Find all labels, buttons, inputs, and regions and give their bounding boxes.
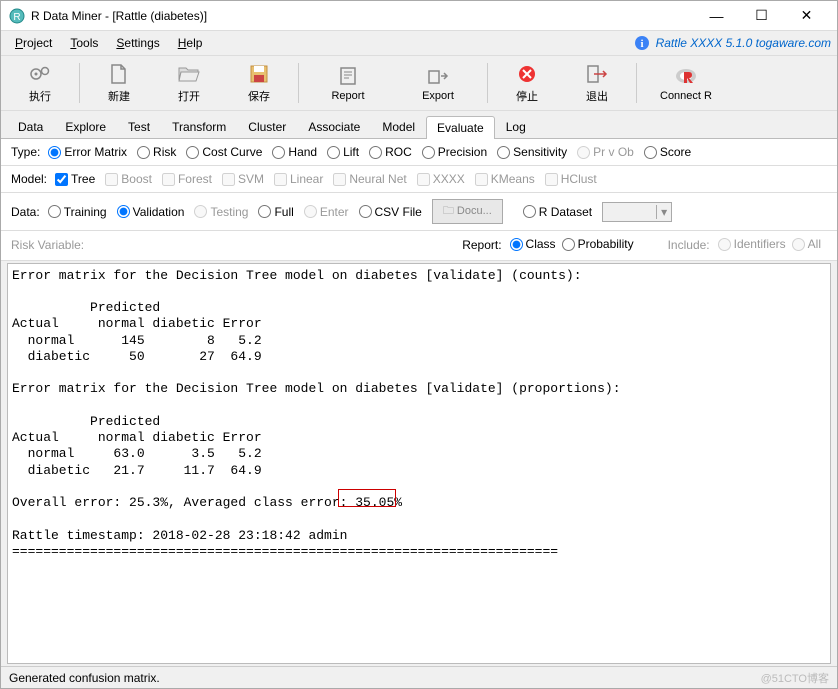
data-option-r-dataset[interactable]: R Dataset <box>523 205 592 219</box>
data-option-training[interactable]: Training <box>48 205 107 219</box>
type-label: Type: <box>11 145 40 159</box>
save-icon <box>249 62 269 86</box>
report-icon <box>338 64 358 88</box>
model-option-tree[interactable]: Tree <box>55 172 95 186</box>
file-chooser-button[interactable]: 🗀 Docu... <box>432 199 503 224</box>
type-option-sensitivity[interactable]: Sensitivity <box>497 145 567 159</box>
data-option-enter: Enter <box>304 205 349 219</box>
type-option-cost-curve[interactable]: Cost Curve <box>186 145 262 159</box>
type-option-hand[interactable]: Hand <box>272 145 317 159</box>
exit-icon <box>586 62 608 86</box>
svg-text:i: i <box>640 38 643 50</box>
menu-help[interactable]: Help <box>170 34 211 52</box>
data-source-label: Data: <box>11 205 40 219</box>
tab-transform[interactable]: Transform <box>161 115 237 138</box>
model-option-svm: SVM <box>222 172 264 186</box>
tab-data[interactable]: Data <box>7 115 54 138</box>
output-area[interactable]: Error matrix for the Decision Tree model… <box>7 263 831 665</box>
data-option-testing: Testing <box>194 205 248 219</box>
data-option-csv-file[interactable]: CSV File <box>359 205 422 219</box>
risk-variable-label: Risk Variable: <box>11 238 84 252</box>
menu-tools[interactable]: Tools <box>62 34 106 52</box>
chevron-down-icon: ▾ <box>656 205 671 219</box>
type-option-roc[interactable]: ROC <box>369 145 412 159</box>
rdataset-dropdown[interactable]: ▾ <box>602 202 672 222</box>
include-label: Include: <box>668 238 710 252</box>
tabbar: DataExploreTestTransformClusterAssociate… <box>1 111 837 139</box>
include-option-all: All <box>792 237 821 251</box>
report-button[interactable]: Report <box>303 58 393 108</box>
export-button[interactable]: Export <box>393 58 483 108</box>
risk-report-panel: Risk Variable: Report: Class Probability… <box>1 231 837 261</box>
folder-open-icon <box>178 62 200 86</box>
type-option-score[interactable]: Score <box>644 145 691 159</box>
include-option-identifiers: Identifiers <box>718 237 786 251</box>
report-option-class[interactable]: Class <box>510 237 556 251</box>
export-icon <box>427 64 449 88</box>
tab-evaluate[interactable]: Evaluate <box>426 116 495 139</box>
type-panel: Type: Error Matrix Risk Cost Curve Hand … <box>1 139 837 166</box>
data-panel: Data: Training Validation Testing Full E… <box>1 193 837 231</box>
type-option-pr-v-ob: Pr v Ob <box>577 145 634 159</box>
menu-project[interactable]: Project <box>7 34 60 52</box>
info-icon: i <box>634 35 650 51</box>
highlight-box <box>338 489 396 507</box>
model-option-forest: Forest <box>162 172 212 186</box>
window-controls: — ☐ ✕ <box>694 2 829 30</box>
type-option-lift[interactable]: Lift <box>327 145 359 159</box>
model-option-linear: Linear <box>274 172 323 186</box>
execute-button[interactable]: 执行 <box>5 58 75 108</box>
tab-test[interactable]: Test <box>117 115 161 138</box>
tab-explore[interactable]: Explore <box>54 115 117 138</box>
maximize-button[interactable]: ☐ <box>739 2 784 30</box>
model-option-xxxx: XXXX <box>417 172 465 186</box>
type-option-precision[interactable]: Precision <box>422 145 487 159</box>
new-button[interactable]: 新建 <box>84 58 154 108</box>
r-logo-icon <box>674 64 698 88</box>
statusbar: Generated confusion matrix. @51CTO博客 <box>1 666 837 688</box>
menubar: Project Tools Settings Help i Rattle XXX… <box>1 31 837 55</box>
file-icon <box>110 62 128 86</box>
svg-text:R: R <box>13 12 20 23</box>
close-button[interactable]: ✕ <box>784 2 829 30</box>
quit-button[interactable]: 退出 <box>562 58 632 108</box>
stop-icon <box>517 62 537 86</box>
tab-log[interactable]: Log <box>495 115 537 138</box>
report-label: Report: <box>462 238 501 252</box>
window-title: R Data Miner - [Rattle (diabetes)] <box>31 9 694 23</box>
folder-icon: 🗀 <box>443 205 454 217</box>
model-option-neural-net: Neural Net <box>333 172 406 186</box>
report-option-probability[interactable]: Probability <box>562 237 634 251</box>
model-option-hclust: HClust <box>545 172 597 186</box>
brand-link[interactable]: togaware.com <box>756 36 831 50</box>
model-option-boost: Boost <box>105 172 152 186</box>
watermark: @51CTO博客 <box>761 670 829 686</box>
app-icon: R <box>9 8 25 24</box>
toolbar: 执行 新建 打开 保存 Report Export 停止 <box>1 55 837 111</box>
menu-settings[interactable]: Settings <box>108 34 167 52</box>
tab-model[interactable]: Model <box>371 115 426 138</box>
app-window: R R Data Miner - [Rattle (diabetes)] — ☐… <box>0 0 838 689</box>
open-button[interactable]: 打开 <box>154 58 224 108</box>
stop-button[interactable]: 停止 <box>492 58 562 108</box>
data-option-full[interactable]: Full <box>258 205 293 219</box>
type-option-risk[interactable]: Risk <box>137 145 176 159</box>
tab-cluster[interactable]: Cluster <box>237 115 297 138</box>
status-text: Generated confusion matrix. <box>9 671 160 685</box>
titlebar: R R Data Miner - [Rattle (diabetes)] — ☐… <box>1 1 837 31</box>
tab-associate[interactable]: Associate <box>297 115 371 138</box>
type-option-error-matrix[interactable]: Error Matrix <box>48 145 127 159</box>
connectr-button[interactable]: Connect R <box>641 58 731 108</box>
brand-text: Rattle XXXX 5.1.0 togaware.com <box>656 36 831 50</box>
model-panel: Model: Tree Boost Forest SVM Linear Neur… <box>1 166 837 193</box>
model-label: Model: <box>11 172 47 186</box>
gears-icon <box>28 62 52 86</box>
model-option-kmeans: KMeans <box>475 172 535 186</box>
minimize-button[interactable]: — <box>694 2 739 30</box>
data-option-validation[interactable]: Validation <box>117 205 185 219</box>
save-button[interactable]: 保存 <box>224 58 294 108</box>
